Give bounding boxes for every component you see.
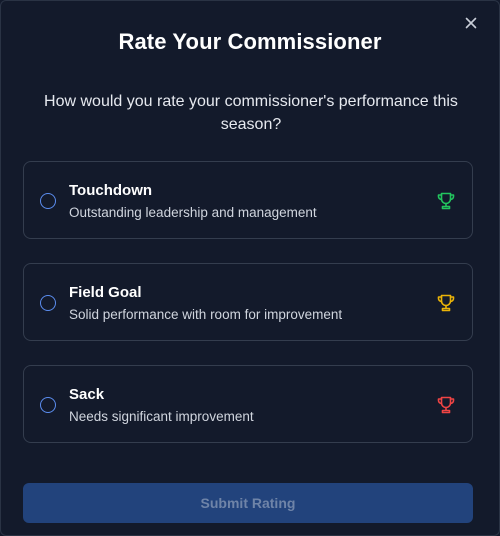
option-description: Outstanding leadership and management (69, 205, 317, 220)
rating-question: How would you rate your commissioner's p… (44, 93, 458, 133)
option-label: Touchdown (69, 182, 153, 199)
submit-rating-button[interactable]: Submit Rating (23, 483, 473, 523)
trophy-icon (436, 395, 456, 415)
option-sack[interactable]: Sack Needs significant improvement (23, 365, 473, 443)
option-label: Sack (69, 386, 105, 403)
option-field-goal[interactable]: Field Goal Solid performance with room f… (23, 263, 473, 341)
radio-touchdown[interactable] (40, 193, 56, 209)
radio-field-goal[interactable] (40, 295, 56, 311)
rate-commissioner-dialog: Rate Your Commissioner How would you rat… (0, 0, 500, 536)
trophy-icon (436, 191, 456, 211)
dialog-title: Rate Your Commissioner (118, 29, 382, 54)
option-touchdown[interactable]: Touchdown Outstanding leadership and man… (23, 161, 473, 239)
option-description: Needs significant improvement (69, 409, 254, 424)
option-label: Field Goal (69, 284, 142, 301)
rating-options: Touchdown Outstanding leadership and man… (23, 161, 473, 467)
radio-sack[interactable] (40, 397, 56, 413)
trophy-icon (436, 293, 456, 313)
option-description: Solid performance with room for improvem… (69, 307, 343, 322)
